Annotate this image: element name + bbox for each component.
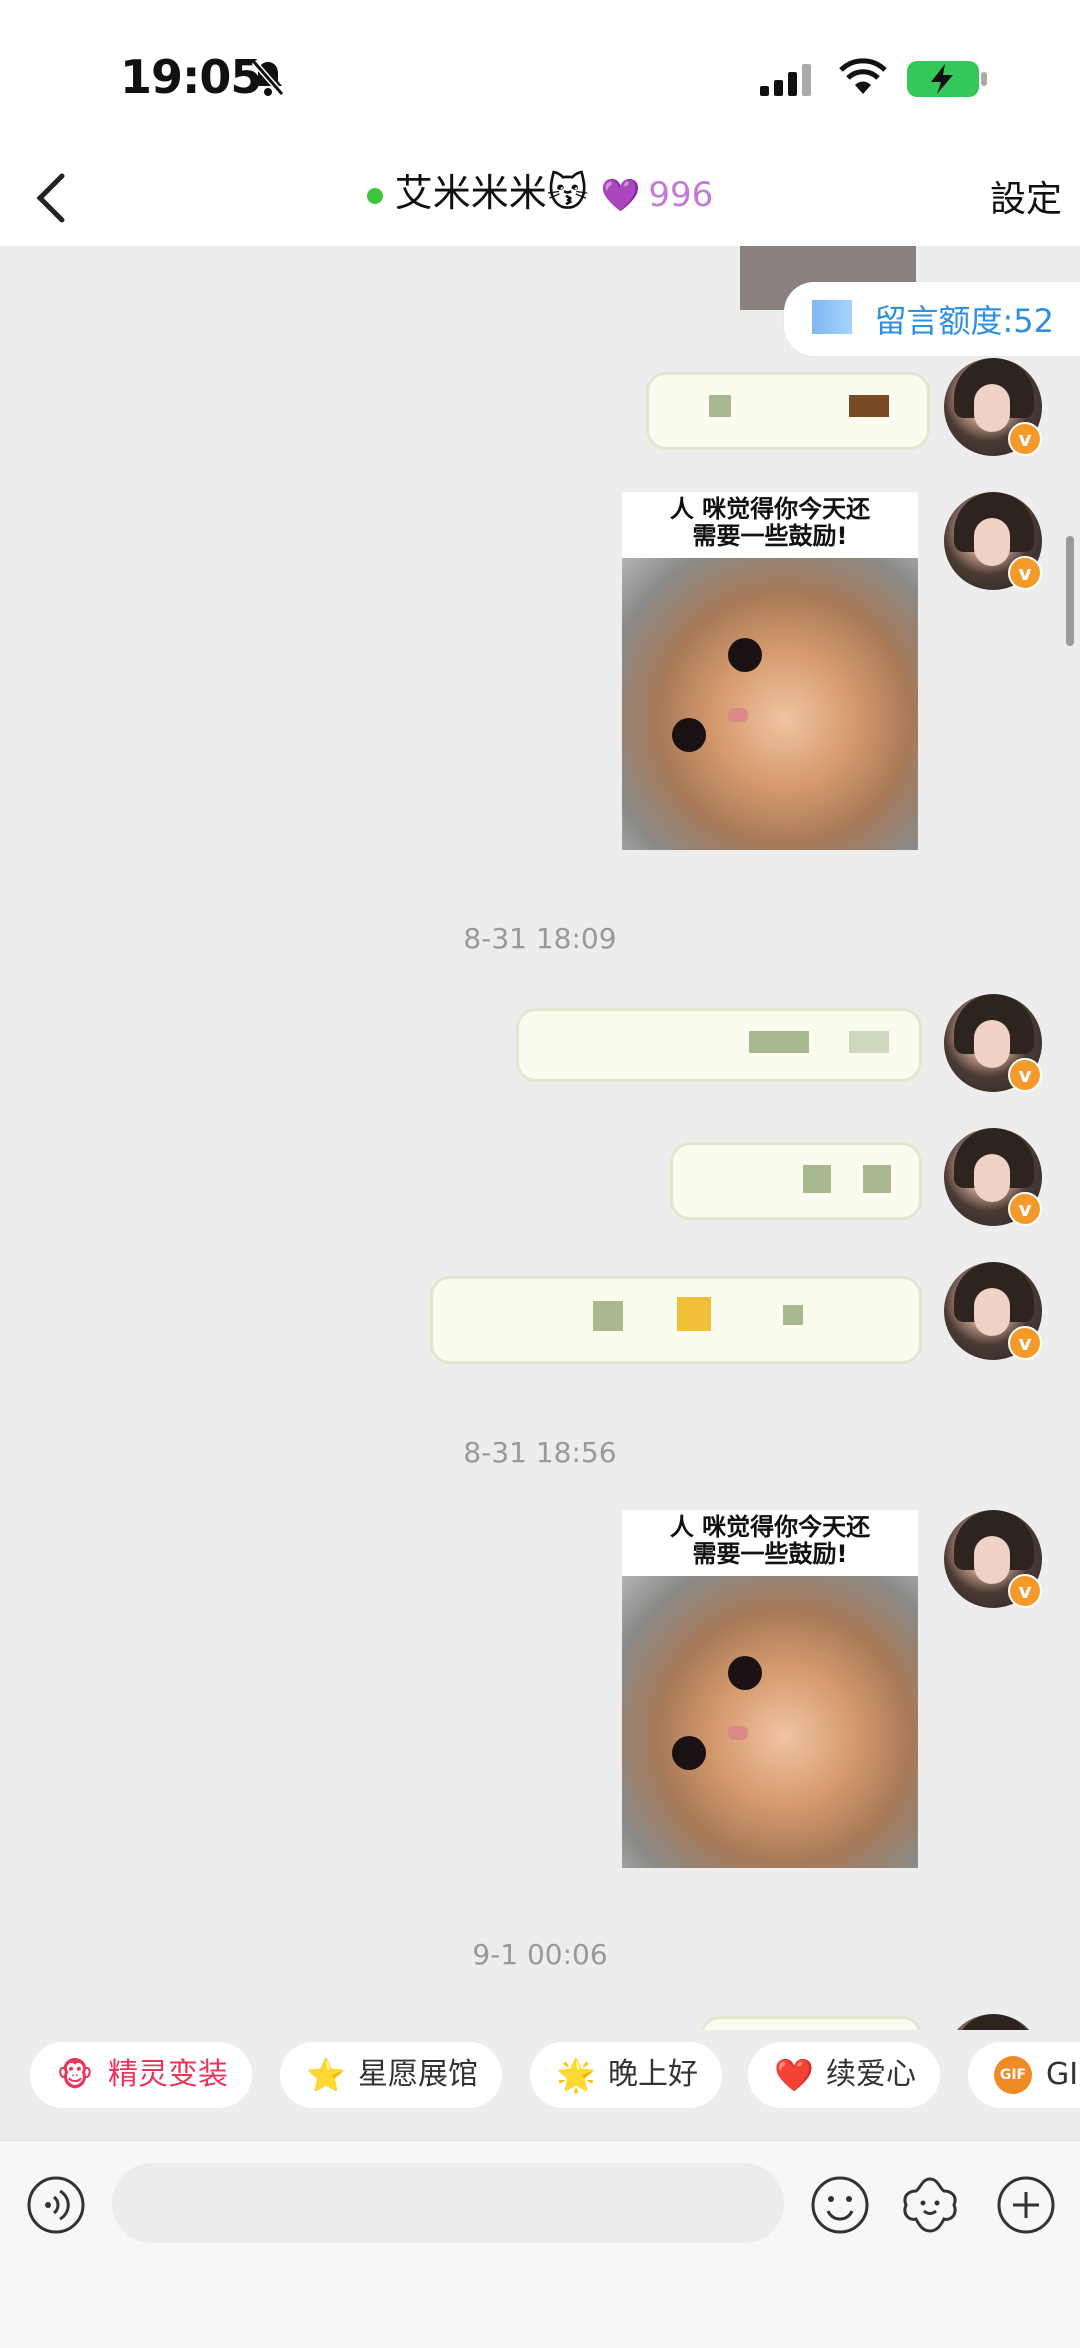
timestamp: 8-31 18:56: [463, 1436, 617, 1469]
sticker-caption-line: 需要一些鼓励!: [692, 1540, 848, 1568]
chip-label: GI: [1046, 2057, 1079, 2092]
sticker-message[interactable]: 人 咪觉得你今天还 需要一些鼓励!: [622, 1510, 918, 1868]
heart-icon: ❤️: [774, 2056, 814, 2094]
add-icon[interactable]: [996, 2175, 1056, 2235]
contact-name: 艾米米米: [394, 171, 547, 215]
quota-label: 留言额度:52: [874, 302, 1054, 340]
quota-icon: [812, 300, 853, 334]
chip-label: 星愿展馆: [358, 2057, 478, 2092]
status-bar: 19:05: [0, 0, 1080, 150]
signal-icon: [760, 64, 811, 96]
kitten-image: [622, 1576, 918, 1868]
wifi-icon: [839, 58, 887, 94]
verified-badge-icon: v: [1008, 1192, 1042, 1226]
chip-wish-gallery[interactable]: ⭐ 星愿展馆: [280, 2042, 502, 2108]
verified-badge-icon: v: [1008, 556, 1042, 590]
timestamp: 9-1 00:06: [472, 1938, 608, 1971]
chat-area[interactable]: 留言额度:52 v 人 咪觉得你今天还 需要一些鼓励! v 8-31 18:09…: [0, 246, 1080, 2030]
heart-count: 996: [648, 175, 714, 215]
sticker-caption-line: 人 咪觉得你今天还: [669, 1513, 871, 1541]
star-icon: ⭐: [306, 2056, 346, 2094]
chip-label: 晚上好: [608, 2057, 698, 2092]
sticker-caption-line: 人 咪觉得你今天还: [669, 495, 871, 523]
voice-icon[interactable]: [26, 2175, 86, 2235]
sticker-flower-icon[interactable]: [898, 2173, 962, 2237]
sticker-caption: 人 咪觉得你今天还 需要一些鼓励!: [622, 1510, 918, 1574]
avatar[interactable]: [944, 2014, 1042, 2030]
heart-icon: 💜: [600, 176, 641, 214]
message-input[interactable]: [112, 2163, 784, 2243]
message-quota-badge[interactable]: 留言额度:52: [784, 282, 1080, 356]
chat-title: 艾米米米😽 💜 996: [0, 162, 1080, 217]
sticker-caption: 人 咪觉得你今天还 需要一些鼓励!: [622, 492, 918, 556]
title-emoji: 😽: [546, 170, 589, 216]
status-time: 19:05: [120, 50, 262, 104]
chip-sprite-dressup[interactable]: 🐵 精灵变装: [30, 2042, 252, 2108]
verified-badge-icon: v: [1008, 1058, 1042, 1092]
chip-label: 续爱心: [826, 2057, 916, 2092]
timestamp: 8-31 18:09: [463, 922, 617, 955]
sparkle-star-icon: 🌟: [556, 2056, 596, 2094]
scrollbar[interactable]: [1066, 536, 1074, 646]
kitten-image: [622, 558, 918, 850]
settings-button[interactable]: 設定: [990, 170, 1062, 222]
mute-bell-icon: [251, 60, 285, 96]
message-bubble[interactable]: [670, 1142, 922, 1220]
chip-good-evening[interactable]: 🌟 晚上好: [530, 2042, 722, 2108]
emoji-icon[interactable]: [810, 2175, 870, 2235]
quick-actions-bar: 🐵 精灵变装 ⭐ 星愿展馆 🌟 晚上好 ❤️ 续爱心 GIF GI: [0, 2030, 1080, 2140]
online-status-dot: [366, 187, 383, 204]
gif-icon: GIF: [994, 2056, 1032, 2094]
sticker-message[interactable]: 人 咪觉得你今天还 需要一些鼓励!: [622, 492, 918, 850]
monkey-icon: 🐵: [56, 2056, 94, 2094]
battery-charging-icon: [907, 61, 987, 97]
message-bubble-partial[interactable]: [700, 2016, 922, 2030]
verified-badge-icon: v: [1008, 422, 1042, 456]
chip-label: 精灵变装: [108, 2057, 228, 2092]
input-bar: [0, 2140, 1080, 2348]
chip-renew-love[interactable]: ❤️ 续爱心: [748, 2042, 940, 2108]
verified-badge-icon: v: [1008, 1326, 1042, 1360]
chip-gif[interactable]: GIF GI: [968, 2042, 1080, 2108]
sticker-caption-line: 需要一些鼓励!: [692, 522, 848, 550]
message-bubble[interactable]: [430, 1276, 922, 1364]
verified-badge-icon: v: [1008, 1574, 1042, 1608]
message-bubble[interactable]: [516, 1008, 922, 1082]
message-bubble[interactable]: [646, 372, 930, 450]
